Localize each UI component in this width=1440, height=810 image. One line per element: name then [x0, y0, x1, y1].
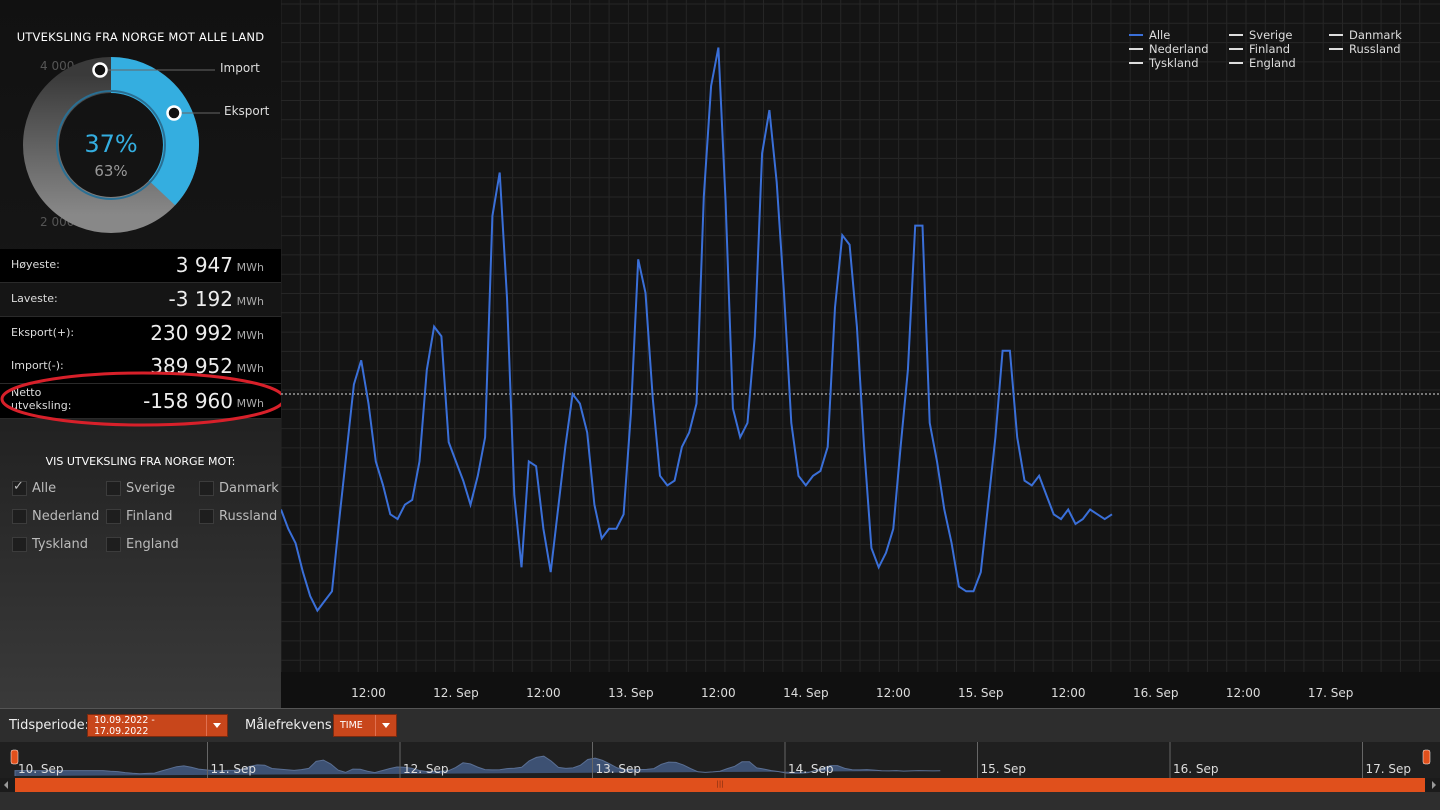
navigator-scrollbar[interactable]: ||| — [0, 778, 1440, 792]
filter-option-label: Danmark — [219, 480, 279, 496]
checkbox[interactable] — [199, 508, 214, 524]
filter-option-label: England — [126, 536, 179, 552]
navigator-left-handle[interactable] — [10, 749, 19, 765]
filter-option-tyskland[interactable]: Tyskland — [12, 536, 88, 552]
filter-option-label: Sverige — [126, 480, 176, 496]
x-tick-label: 12:00 — [876, 686, 911, 700]
legend-label: Finland — [1249, 42, 1290, 56]
navigator-right-handle[interactable] — [1422, 749, 1431, 765]
x-tick-label: 16. Sep — [1133, 686, 1179, 700]
stat-unit: MWh — [236, 295, 264, 308]
legend-label: Alle — [1149, 28, 1170, 42]
filter-option-danmark[interactable]: Danmark — [199, 480, 279, 496]
navigator-label: 17. Sep — [1366, 762, 1412, 776]
legend-label: England — [1249, 56, 1296, 70]
stat-highest: Høyeste: 3 947 MWh — [0, 249, 281, 283]
donut-title: UTVEKSLING FRA NORGE MOT ALLE LAND — [16, 30, 265, 44]
time-navigator[interactable]: 10. Sep 11. Sep 12. Sep 13. Sep 14. Sep 15. S… — [0, 742, 1440, 778]
filter-option-label: Nederland — [32, 508, 100, 524]
checkbox[interactable] — [12, 479, 27, 496]
import-label: Import — [220, 61, 260, 75]
filter-option-finland[interactable]: Finland — [106, 508, 172, 524]
period-value: 10.09.2022 - 17.09.2022 — [94, 714, 155, 737]
x-tick-label: 12:00 — [1051, 686, 1086, 700]
stat-value: 3 947 — [175, 253, 233, 277]
navigator-label: 11. Sep — [211, 762, 257, 776]
export-label: Eksport — [224, 104, 270, 118]
legend-label: Nederland — [1149, 42, 1209, 56]
grip-icon: ||| — [716, 780, 724, 788]
period-label: Tidsperiode: — [9, 718, 89, 733]
filter-option-alle[interactable]: Alle — [12, 479, 57, 496]
chevron-down-icon[interactable] — [375, 715, 396, 736]
stat-value: 230 992 — [150, 321, 233, 345]
stat-label: Høyeste: — [11, 258, 60, 271]
stat-unit: MWh — [236, 329, 264, 342]
period-dropdown[interactable]: 10.09.2022 - 17.09.2022 — [87, 714, 228, 737]
checkbox[interactable] — [106, 536, 121, 552]
legend-label: Danmark — [1349, 28, 1402, 42]
navigator-label: 13. Sep — [596, 762, 642, 776]
frequency-dropdown[interactable]: TIME — [333, 714, 397, 737]
scrollbar-thumb[interactable]: ||| — [15, 778, 1425, 792]
stat-lowest: Laveste: -3 192 MWh — [0, 283, 281, 317]
scroll-right-arrow-icon[interactable] — [1432, 781, 1436, 789]
navigator-label: 14. Sep — [788, 762, 834, 776]
filter-option-label: Finland — [126, 508, 173, 524]
frequency-label: Målefrekvens: — [245, 718, 337, 733]
checkbox[interactable] — [12, 536, 27, 552]
filter-option-label: Alle — [32, 480, 57, 496]
checkbox[interactable] — [12, 508, 27, 524]
filter-option-sverige[interactable]: Sverige — [106, 480, 175, 496]
exchange-line-chart[interactable]: 12:00 12. Sep 12:00 13. Sep 12:00 14. Sep 12:0… — [281, 0, 1440, 708]
legend-label: Russland — [1349, 42, 1401, 56]
stat-export: Eksport(+): 230 992 MWh — [0, 317, 281, 351]
navigator-label: 10. Sep — [18, 762, 64, 776]
x-tick-label: 14. Sep — [783, 686, 829, 700]
stat-label: Laveste: — [11, 292, 58, 305]
frequency-value: TIME — [340, 720, 363, 731]
highlight-ellipse — [0, 371, 286, 427]
x-tick-label: 17. Sep — [1308, 686, 1354, 700]
filter-option-nederland[interactable]: Nederland — [12, 508, 99, 524]
x-tick-label: 13. Sep — [608, 686, 654, 700]
import-percent: 63% — [94, 162, 127, 180]
import-marker-icon[interactable] — [92, 62, 108, 78]
export-percent: 37% — [84, 130, 137, 158]
x-tick-label: 12. Sep — [433, 686, 479, 700]
checkbox[interactable] — [199, 480, 214, 496]
filter-option-label: Russland — [219, 508, 278, 524]
x-tick-label: 12:00 — [1226, 686, 1261, 700]
stat-unit: MWh — [236, 261, 264, 274]
navigator-label: 15. Sep — [981, 762, 1027, 776]
footer — [0, 792, 1440, 810]
filter-option-label: Tyskland — [32, 536, 88, 552]
chevron-down-icon[interactable] — [206, 715, 227, 736]
x-tick-label: 15. Sep — [958, 686, 1004, 700]
checkbox[interactable] — [106, 508, 121, 524]
control-bar: Tidsperiode: 10.09.2022 - 17.09.2022 Mål… — [0, 708, 1440, 743]
x-tick-label: 12:00 — [526, 686, 561, 700]
x-tick-label: 12:00 — [701, 686, 736, 700]
filter-option-russland[interactable]: Russland — [199, 508, 277, 524]
navigator-label: 12. Sep — [403, 762, 449, 776]
filter-title: VIS UTVEKSLING FRA NORGE MOT: — [45, 455, 236, 468]
scroll-left-arrow-icon[interactable] — [4, 781, 8, 789]
x-tick-label: 12:00 — [351, 686, 386, 700]
summary-panel: 4 000 3 0 2 000 Import Eksport 37% 63% U… — [0, 0, 286, 708]
legend-label: Sverige — [1249, 28, 1292, 42]
filter-option-england[interactable]: England — [106, 536, 179, 552]
legend-label: Tyskland — [1148, 56, 1199, 70]
export-marker-icon[interactable] — [166, 105, 182, 121]
stat-label: Eksport(+): — [11, 326, 75, 339]
checkbox[interactable] — [106, 480, 121, 496]
navigator-label: 16. Sep — [1173, 762, 1219, 776]
stat-value: -3 192 — [168, 287, 233, 311]
